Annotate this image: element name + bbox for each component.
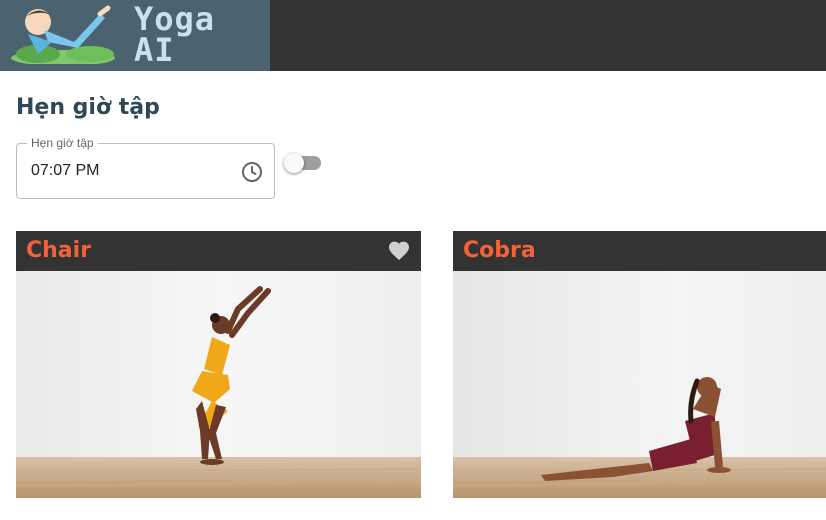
reminder-time-field[interactable]: Hẹn giờ tập 07:07 PM	[16, 136, 275, 199]
reminder-time-value[interactable]: 07:07 PM	[31, 162, 99, 180]
clock-icon[interactable]	[240, 160, 264, 184]
pose-name: Chair	[26, 238, 92, 263]
pose-name: Cobra	[463, 238, 536, 263]
toggle-thumb[interactable]	[284, 153, 304, 173]
pose-card-chair[interactable]: Chair	[16, 231, 421, 498]
logo[interactable]: Yoga AI	[0, 0, 270, 71]
card-header: Cobra	[453, 231, 826, 271]
reminder-title: Hẹn giờ tập	[16, 95, 160, 120]
logo-text-ai: AI	[134, 31, 175, 69]
chair-pose-image	[16, 271, 421, 498]
top-navbar: Yoga AI	[0, 0, 826, 71]
reminder-time-label: Hẹn giờ tập	[27, 136, 98, 150]
yoga-figure-icon	[11, 5, 115, 64]
heart-icon[interactable]	[387, 239, 411, 263]
pose-card-cobra[interactable]: Cobra	[453, 231, 826, 498]
cobra-pose-image	[453, 271, 826, 498]
reminder-toggle[interactable]	[284, 153, 322, 173]
card-header: Chair	[16, 231, 421, 271]
